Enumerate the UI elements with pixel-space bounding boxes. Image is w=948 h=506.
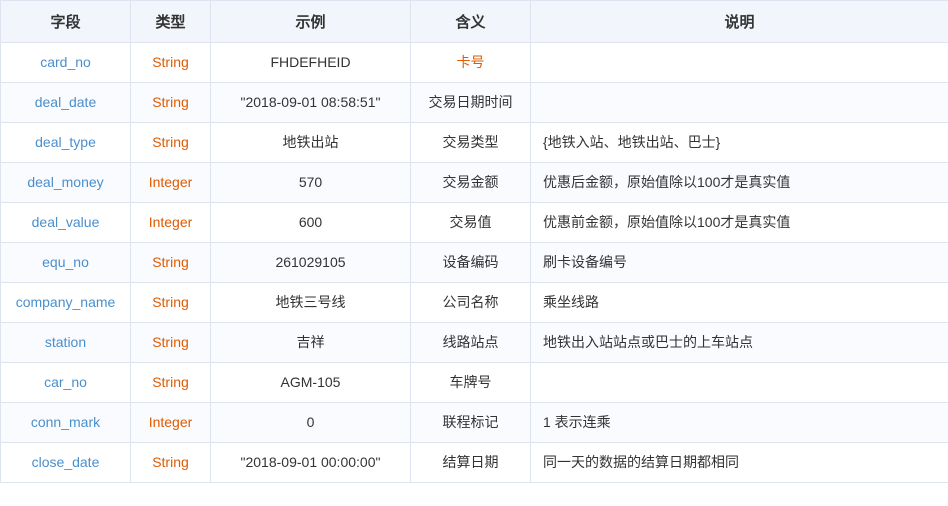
cell-field: close_date	[1, 443, 131, 483]
cell-type: String	[131, 283, 211, 323]
data-table: 字段 类型 示例 含义 说明 card_noStringFHDEFHEID卡号d…	[0, 0, 948, 483]
cell-example: 600	[211, 203, 411, 243]
cell-meaning: 交易类型	[411, 123, 531, 163]
cell-field: deal_type	[1, 123, 131, 163]
cell-type: Integer	[131, 203, 211, 243]
cell-desc: 刷卡设备编号	[531, 243, 948, 283]
cell-meaning: 联程标记	[411, 403, 531, 443]
table-header-row: 字段 类型 示例 含义 说明	[1, 1, 948, 43]
table-row: deal_typeString地铁出站交易类型{地铁入站、地铁出站、巴士}	[1, 123, 948, 163]
table-row: car_noStringAGM-105车牌号	[1, 363, 948, 403]
table-container: 字段 类型 示例 含义 说明 card_noStringFHDEFHEID卡号d…	[0, 0, 948, 483]
table-row: close_dateString"2018-09-01 00:00:00"结算日…	[1, 443, 948, 483]
cell-type: String	[131, 443, 211, 483]
cell-field: deal_value	[1, 203, 131, 243]
cell-field: station	[1, 323, 131, 363]
cell-desc: 1 表示连乘	[531, 403, 948, 443]
col-header-example: 示例	[211, 1, 411, 43]
col-header-meaning: 含义	[411, 1, 531, 43]
table-row: stationString吉祥线路站点地铁出入站站点或巴士的上车站点	[1, 323, 948, 363]
cell-meaning: 交易值	[411, 203, 531, 243]
table-row: company_nameString地铁三号线公司名称乘坐线路	[1, 283, 948, 323]
cell-type: String	[131, 43, 211, 83]
cell-example: 261029105	[211, 243, 411, 283]
cell-example: 吉祥	[211, 323, 411, 363]
cell-meaning: 交易日期时间	[411, 83, 531, 123]
cell-desc: 优惠后金额，原始值除以100才是真实值	[531, 163, 948, 203]
cell-desc	[531, 83, 948, 123]
cell-meaning: 设备编码	[411, 243, 531, 283]
cell-desc: 地铁出入站站点或巴士的上车站点	[531, 323, 948, 363]
cell-example: "2018-09-01 08:58:51"	[211, 83, 411, 123]
cell-type: String	[131, 83, 211, 123]
cell-meaning: 卡号	[411, 43, 531, 83]
cell-example: 0	[211, 403, 411, 443]
cell-desc: 同一天的数据的结算日期都相同	[531, 443, 948, 483]
cell-meaning: 结算日期	[411, 443, 531, 483]
cell-desc: 乘坐线路	[531, 283, 948, 323]
cell-field: equ_no	[1, 243, 131, 283]
cell-example: 地铁三号线	[211, 283, 411, 323]
cell-field: car_no	[1, 363, 131, 403]
cell-meaning: 车牌号	[411, 363, 531, 403]
table-row: card_noStringFHDEFHEID卡号	[1, 43, 948, 83]
cell-meaning: 线路站点	[411, 323, 531, 363]
col-header-desc: 说明	[531, 1, 948, 43]
cell-example: "2018-09-01 00:00:00"	[211, 443, 411, 483]
table-row: conn_markInteger0联程标记1 表示连乘	[1, 403, 948, 443]
cell-type: String	[131, 123, 211, 163]
cell-field: deal_money	[1, 163, 131, 203]
cell-example: 570	[211, 163, 411, 203]
cell-desc: {地铁入站、地铁出站、巴士}	[531, 123, 948, 163]
cell-type: String	[131, 323, 211, 363]
table-row: deal_dateString"2018-09-01 08:58:51"交易日期…	[1, 83, 948, 123]
cell-field: company_name	[1, 283, 131, 323]
cell-meaning: 公司名称	[411, 283, 531, 323]
col-header-field: 字段	[1, 1, 131, 43]
cell-meaning: 交易金额	[411, 163, 531, 203]
cell-desc	[531, 363, 948, 403]
cell-example: 地铁出站	[211, 123, 411, 163]
cell-example: FHDEFHEID	[211, 43, 411, 83]
cell-field: deal_date	[1, 83, 131, 123]
table-row: deal_valueInteger600交易值优惠前金额，原始值除以100才是真…	[1, 203, 948, 243]
cell-example: AGM-105	[211, 363, 411, 403]
cell-type: String	[131, 243, 211, 283]
cell-type: String	[131, 363, 211, 403]
cell-type: Integer	[131, 403, 211, 443]
table-row: deal_moneyInteger570交易金额优惠后金额，原始值除以100才是…	[1, 163, 948, 203]
cell-desc	[531, 43, 948, 83]
table-row: equ_noString261029105设备编码刷卡设备编号	[1, 243, 948, 283]
cell-desc: 优惠前金额，原始值除以100才是真实值	[531, 203, 948, 243]
cell-field: conn_mark	[1, 403, 131, 443]
cell-field: card_no	[1, 43, 131, 83]
cell-type: Integer	[131, 163, 211, 203]
col-header-type: 类型	[131, 1, 211, 43]
